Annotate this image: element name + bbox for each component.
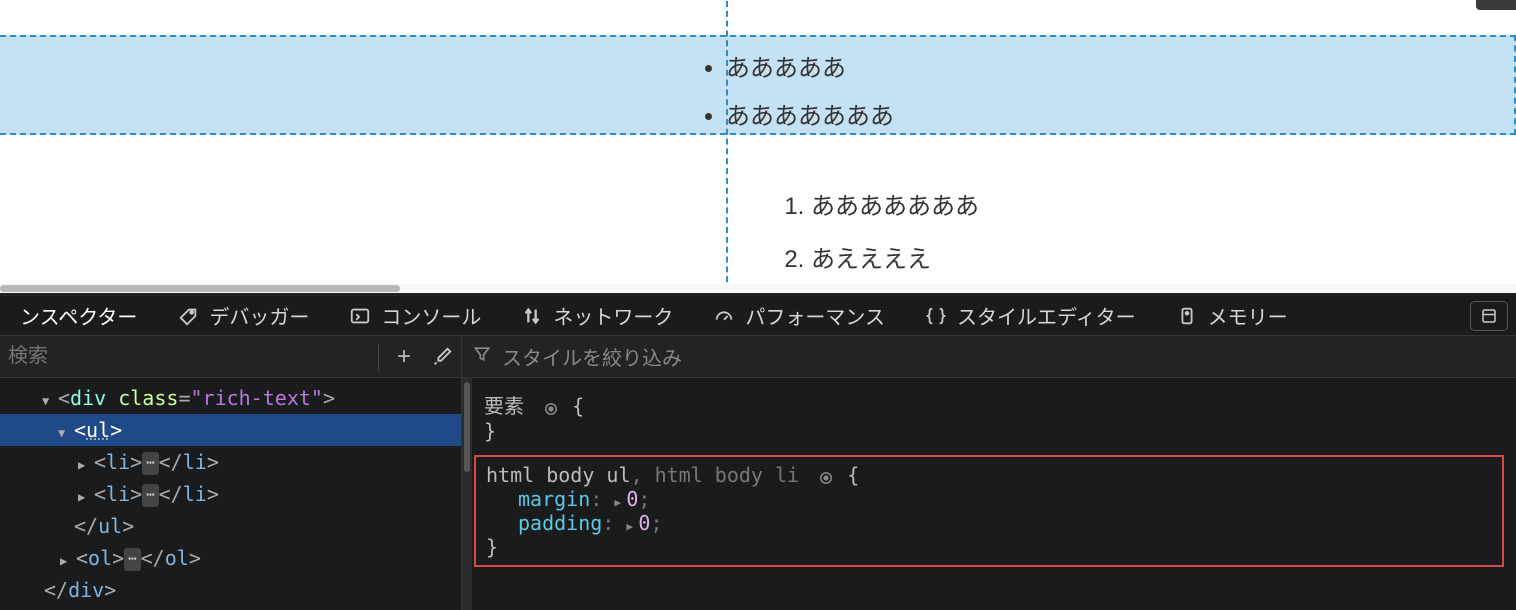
ellipsis-icon[interactable]: ⋯ bbox=[124, 548, 140, 570]
tab-performance[interactable]: パフォーマンス bbox=[693, 296, 905, 335]
dom-inspector-panel: + <div class="rich-text"> <ul> <li>⋯</li… bbox=[0, 336, 462, 610]
target-icon[interactable] bbox=[542, 399, 560, 417]
page-lists: あああああ あああああああ あああああああ あええええ bbox=[0, 35, 1516, 287]
styles-rules[interactable]: 要素 { } html body ul, html body li { bbox=[462, 378, 1516, 610]
list-item[interactable]: あええええ bbox=[811, 234, 1516, 287]
dom-node-li[interactable]: <li>⋯</li> bbox=[0, 446, 461, 478]
network-icon bbox=[521, 305, 543, 327]
tab-label: パフォーマンス bbox=[745, 301, 885, 330]
dom-node-ol[interactable]: <ol>⋯</ol> bbox=[0, 542, 461, 574]
dom-node-div[interactable]: <div class="rich-text"> bbox=[0, 382, 461, 414]
tab-network[interactable]: ネットワーク bbox=[501, 296, 693, 335]
brace: { bbox=[572, 394, 584, 418]
ordered-list[interactable]: あああああああ あええええ bbox=[766, 181, 1516, 287]
twisty-icon[interactable] bbox=[58, 424, 72, 443]
css-property-padding[interactable]: padding: 0; bbox=[486, 511, 1492, 535]
divider bbox=[378, 343, 379, 371]
tab-label: コンソール bbox=[381, 301, 481, 330]
memory-icon bbox=[1176, 305, 1198, 327]
styles-toolbar: スタイルを絞り込み bbox=[462, 336, 1516, 378]
expand-icon[interactable] bbox=[626, 520, 638, 533]
dom-node-ul-close[interactable]: </ul> bbox=[0, 510, 461, 542]
scrollbar-thumb[interactable] bbox=[464, 382, 470, 472]
window-corner bbox=[1476, 0, 1516, 10]
braces-icon bbox=[925, 305, 947, 327]
devtools-tab-bar: ンスペクター デバッガー コンソール ネットワ bbox=[0, 293, 1516, 335]
twisty-icon[interactable] bbox=[78, 488, 92, 507]
tag-icon bbox=[177, 305, 199, 327]
tab-style-editor[interactable]: スタイルエディター bbox=[905, 296, 1156, 335]
css-rule-block[interactable]: html body ul, html body li { margin: 0; … bbox=[474, 455, 1504, 567]
tab-debugger[interactable]: デバッガー bbox=[157, 296, 329, 335]
brace: { bbox=[847, 463, 859, 487]
styles-panel: スタイルを絞り込み 要素 { } html body ul, html body… bbox=[462, 336, 1516, 610]
dom-node-li[interactable]: <li>⋯</li> bbox=[0, 478, 461, 510]
vertical-scrollbar[interactable] bbox=[462, 378, 472, 610]
rule-selector-line[interactable]: html body ul, html body li { bbox=[486, 463, 1492, 487]
dom-node-ul-selected[interactable]: <ul> bbox=[0, 414, 461, 446]
twisty-icon[interactable] bbox=[78, 456, 92, 475]
horizontal-scrollbar[interactable] bbox=[0, 284, 1516, 293]
tab-label: スタイルエディター bbox=[957, 301, 1136, 330]
terminal-icon bbox=[349, 305, 371, 327]
tab-inspector[interactable]: ンスペクター bbox=[0, 296, 157, 335]
tab-memory[interactable]: メモリー bbox=[1156, 296, 1308, 335]
tab-label: デバッガー bbox=[209, 301, 309, 330]
element-rule-block[interactable]: 要素 { } bbox=[474, 386, 1504, 447]
brace: } bbox=[484, 419, 496, 443]
expand-icon[interactable] bbox=[614, 496, 626, 509]
tab-label: メモリー bbox=[1208, 301, 1288, 330]
dom-toolbar: + bbox=[0, 336, 461, 378]
tab-console[interactable]: コンソール bbox=[329, 296, 501, 335]
eyedropper-button[interactable] bbox=[423, 338, 461, 376]
unordered-list[interactable]: あああああ あああああああ bbox=[726, 35, 1516, 151]
target-icon[interactable] bbox=[817, 468, 835, 486]
twisty-icon[interactable] bbox=[60, 552, 74, 571]
ellipsis-icon[interactable]: ⋯ bbox=[142, 452, 158, 474]
devtools-panel: ンスペクター デバッガー コンソール ネットワ bbox=[0, 293, 1516, 610]
dom-tree[interactable]: <div class="rich-text"> <ul> <li>⋯</li> … bbox=[0, 378, 461, 610]
twisty-icon[interactable] bbox=[42, 392, 56, 411]
tab-label: ネットワーク bbox=[553, 301, 673, 330]
list-item[interactable]: あああああ bbox=[726, 45, 1516, 93]
tab-label: ンスペクター bbox=[20, 301, 137, 330]
scrollbar-thumb[interactable] bbox=[0, 285, 400, 292]
dom-node-div-close[interactable]: </div> bbox=[0, 574, 461, 606]
brace-close: } bbox=[486, 535, 1492, 559]
filter-placeholder[interactable]: スタイルを絞り込み bbox=[502, 342, 682, 371]
css-property-margin[interactable]: margin: 0; bbox=[486, 487, 1492, 511]
gauge-icon bbox=[713, 305, 735, 327]
add-element-button[interactable]: + bbox=[385, 338, 423, 376]
more-panels-button[interactable] bbox=[1470, 301, 1508, 331]
dom-search-input[interactable] bbox=[0, 345, 372, 368]
rendered-page: あああああ あああああああ あああああああ あええええ bbox=[0, 0, 1516, 293]
devtools-body: + <div class="rich-text"> <ul> <li>⋯</li… bbox=[0, 335, 1516, 610]
ellipsis-icon[interactable]: ⋯ bbox=[142, 484, 158, 506]
rule-selector: 要素 bbox=[484, 394, 524, 418]
list-item[interactable]: あああああああ bbox=[726, 93, 1516, 141]
funnel-icon[interactable] bbox=[472, 344, 492, 369]
list-item[interactable]: あああああああ bbox=[811, 181, 1516, 234]
